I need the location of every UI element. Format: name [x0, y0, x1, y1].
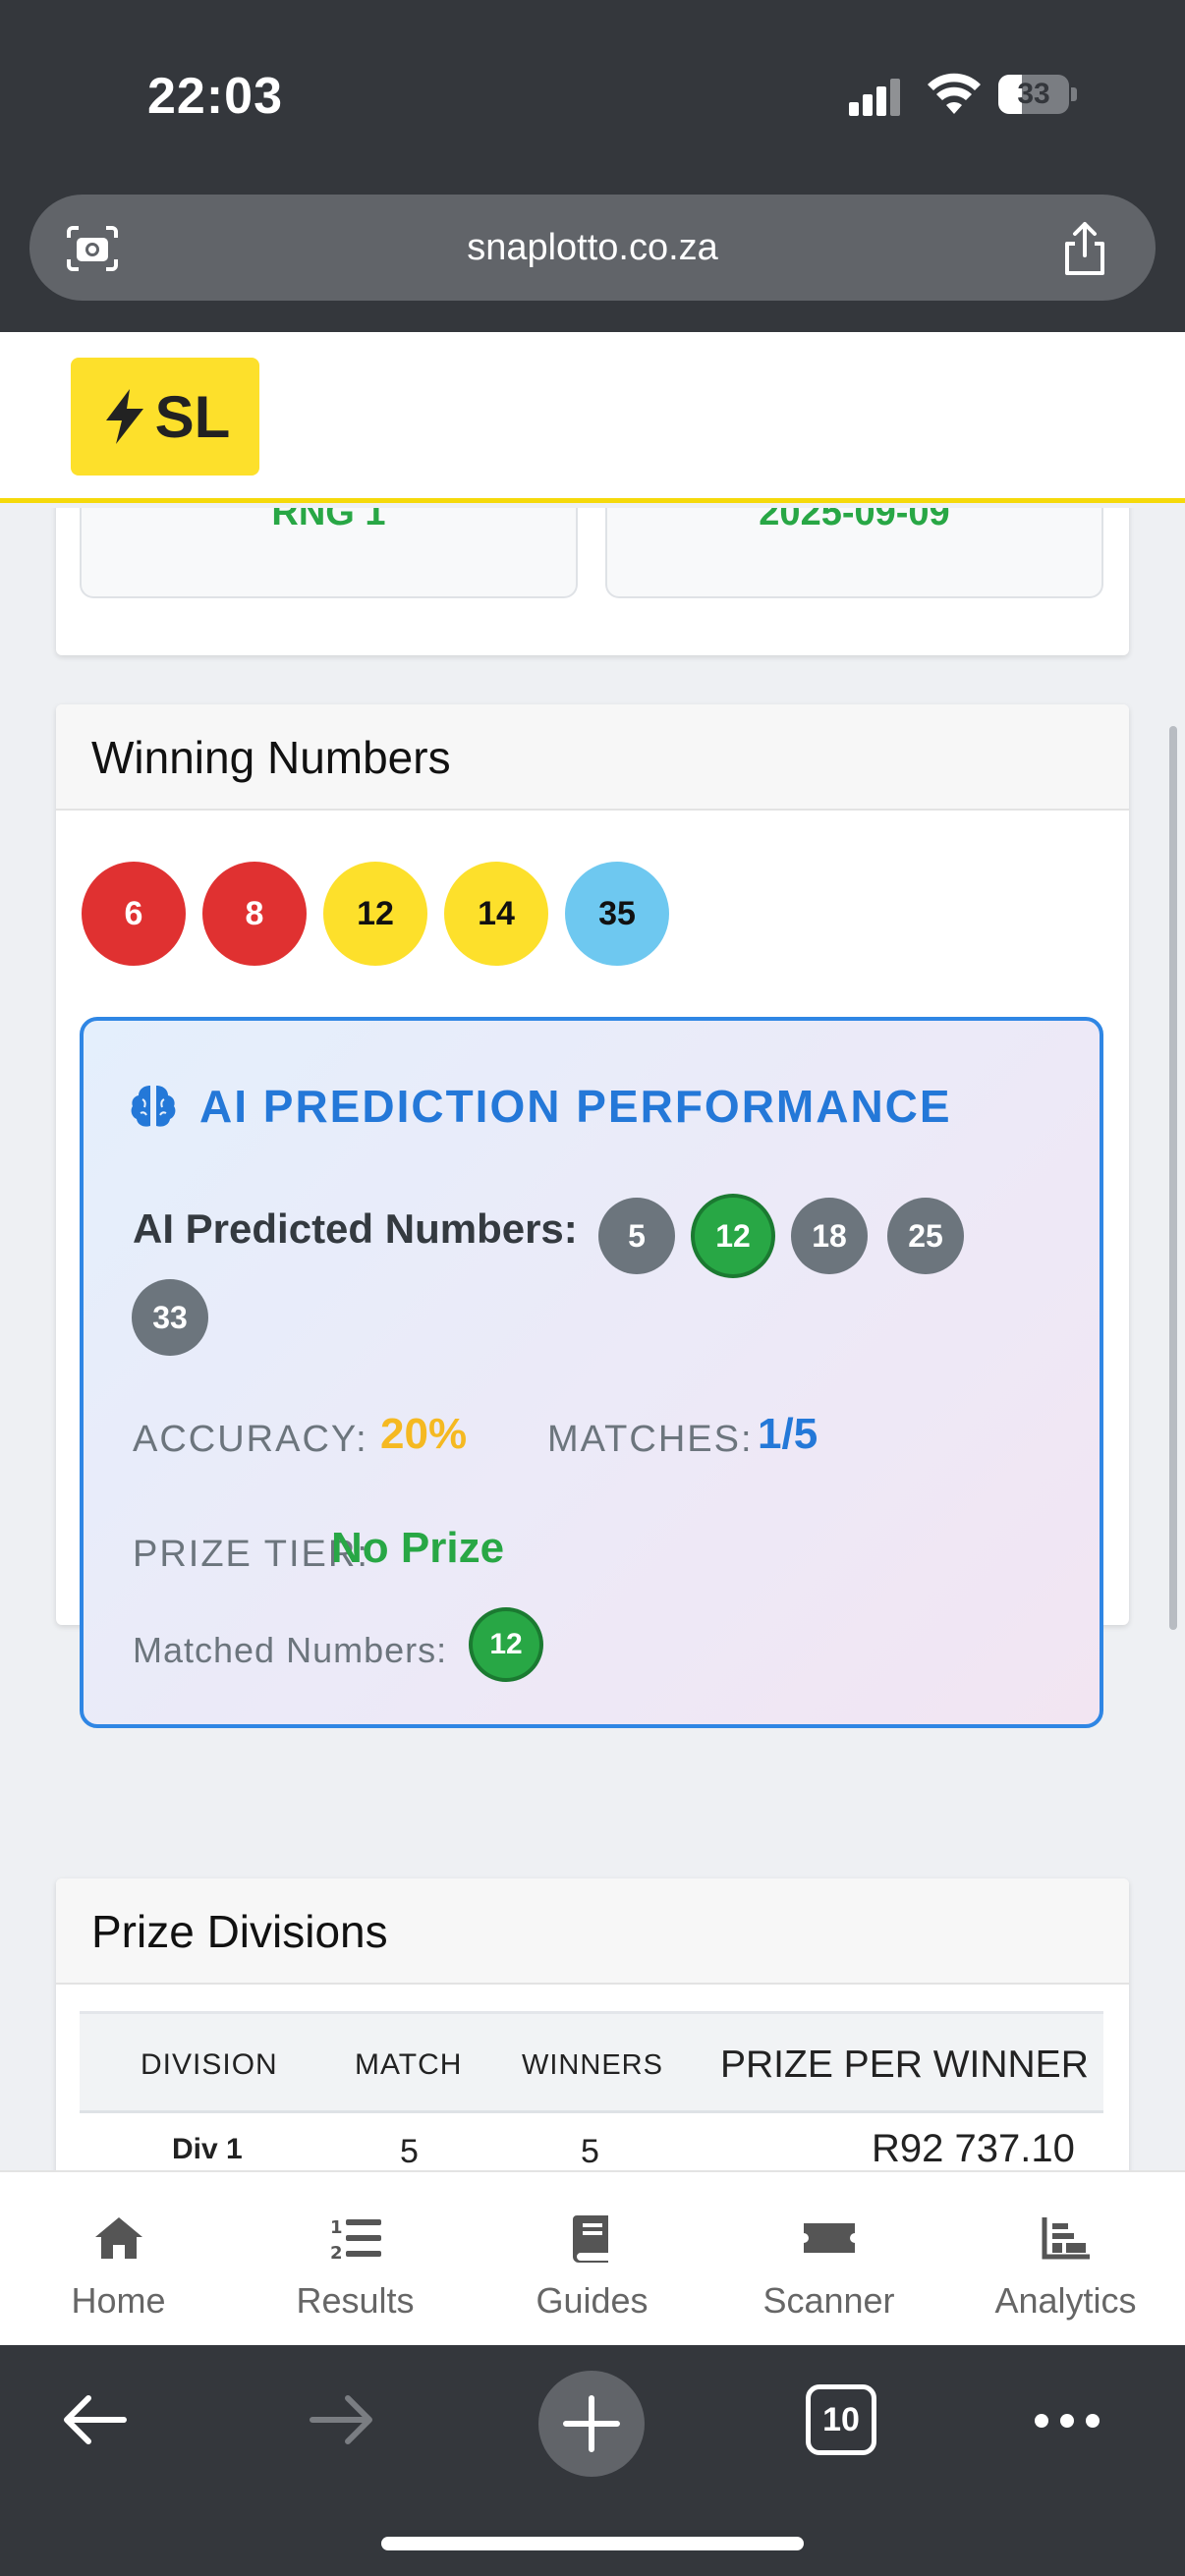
accuracy-label: ACCURACY: [133, 1419, 368, 1460]
table-row: Div 1 5 5 R92 737.10 [80, 2113, 1103, 2170]
share-icon[interactable] [1057, 220, 1112, 277]
date-box: 2025-09-09 [605, 508, 1103, 598]
matched-numbers-label: Matched Numbers: [133, 1630, 448, 1670]
draw-info-card: RNG 1 2025-09-09 [56, 508, 1129, 655]
bonus-ball: 35 [565, 862, 669, 966]
game-box: RNG 1 [80, 508, 578, 598]
battery-icon: 33 [998, 75, 1077, 114]
winning-balls: 6 8 12 14 35 [82, 862, 669, 966]
winning-numbers-card: Winning Numbers 6 8 12 14 35 AI PREDICTI… [56, 704, 1129, 1728]
wifi-icon [928, 73, 981, 114]
chart-icon [1042, 2217, 1090, 2260]
home-icon [94, 2217, 142, 2259]
prize-table: DIVISION MATCH WINNERS PRIZE PER WINNER … [80, 2011, 1103, 2170]
status-time: 22:03 [147, 68, 283, 125]
table-header: DIVISION MATCH WINNERS PRIZE PER WINNER [80, 2011, 1103, 2113]
nav-guides[interactable]: Guides [474, 2172, 710, 2347]
more-icon[interactable] [1032, 2410, 1102, 2432]
battery-level: 33 [1017, 78, 1050, 110]
predicted-number: 33 [132, 1279, 208, 1356]
predicted-numbers-label: AI Predicted Numbers: [133, 1205, 578, 1252]
nav-label: Guides [536, 2280, 649, 2321]
lightning-icon [105, 389, 143, 444]
bottom-nav: Home 1 2 Results Guides Scanner Analytic… [0, 2170, 1185, 2345]
book-icon [572, 2215, 608, 2263]
prize-divisions-card: Prize Divisions DIVISION MATCH WINNERS P… [56, 1878, 1129, 2170]
nav-scanner[interactable]: Scanner [710, 2172, 947, 2347]
browser-url-area: snaplotto.co.za [0, 189, 1185, 332]
nav-label: Results [296, 2280, 415, 2321]
nav-label: Analytics [994, 2280, 1137, 2321]
home-indicator [381, 2537, 804, 2550]
col-division: DIVISION [141, 2048, 278, 2081]
url-text: snaplotto.co.za [467, 227, 718, 268]
winning-ball: 12 [323, 862, 427, 966]
svg-text:1: 1 [330, 2217, 343, 2238]
forward-icon[interactable] [307, 2390, 377, 2449]
col-winners: WINNERS [522, 2049, 663, 2081]
page-content[interactable]: RNG 1 2025-09-09 Winning Numbers 6 8 12 … [0, 508, 1185, 2170]
nav-analytics[interactable]: Analytics [947, 2172, 1184, 2347]
prize-divisions-title: Prize Divisions [91, 1906, 388, 1957]
svg-text:2: 2 [330, 2243, 343, 2263]
nav-home[interactable]: Home [0, 2172, 237, 2347]
predicted-number: 25 [887, 1198, 964, 1274]
ai-panel-title: AI PREDICTION PERFORMANCE [199, 1081, 952, 1132]
winning-ball: 8 [202, 862, 307, 966]
nav-label: Home [71, 2280, 166, 2321]
predicted-number: 5 [598, 1198, 675, 1274]
nav-results[interactable]: 1 2 Results [237, 2172, 474, 2347]
winning-ball: 6 [82, 862, 186, 966]
tabs-button[interactable]: 10 [806, 2384, 876, 2455]
ai-prediction-panel: AI PREDICTION PERFORMANCE AI Predicted N… [80, 1017, 1103, 1728]
cell-prize: R92 737.10 [872, 2127, 1075, 2170]
matched-number: 12 [473, 1611, 539, 1678]
predicted-number-matched: 12 [695, 1198, 771, 1274]
accuracy-value: 20% [380, 1410, 468, 1458]
col-match: MATCH [355, 2048, 463, 2081]
winning-ball: 14 [444, 862, 548, 966]
plus-icon [563, 2395, 620, 2452]
status-bar: 22:03 33 [0, 0, 1185, 189]
cellular-signal-icon [849, 77, 902, 116]
prize-tier-value: No Prize [331, 1524, 505, 1572]
card-header: Winning Numbers [56, 704, 1129, 811]
nav-label: Scanner [762, 2280, 895, 2321]
matches-value: 1/5 [758, 1410, 818, 1458]
back-icon[interactable] [59, 2390, 130, 2449]
predicted-number: 18 [791, 1198, 868, 1274]
winning-numbers-title: Winning Numbers [91, 732, 451, 783]
logo[interactable]: SL [71, 358, 259, 476]
cell-winners: 5 [581, 2133, 599, 2170]
new-tab-button[interactable] [538, 2371, 645, 2477]
cell-match: 5 [400, 2133, 419, 2170]
scrollbar[interactable] [1169, 726, 1177, 1630]
cell-division: Div 1 [172, 2133, 243, 2165]
numbered-list-icon: 1 2 [330, 2217, 381, 2263]
game-name: RNG 1 [271, 508, 386, 533]
app-header: SL [0, 332, 1185, 503]
card-header: Prize Divisions [56, 1878, 1129, 1985]
draw-date: 2025-09-09 [759, 508, 950, 533]
brain-icon [131, 1086, 176, 1127]
logo-text: SL [154, 383, 231, 450]
ticket-icon [803, 2223, 855, 2253]
col-prize-per-winner: PRIZE PER WINNER [720, 2044, 1089, 2086]
address-bar[interactable]: snaplotto.co.za [29, 195, 1156, 301]
matches-label: MATCHES: [547, 1419, 754, 1460]
